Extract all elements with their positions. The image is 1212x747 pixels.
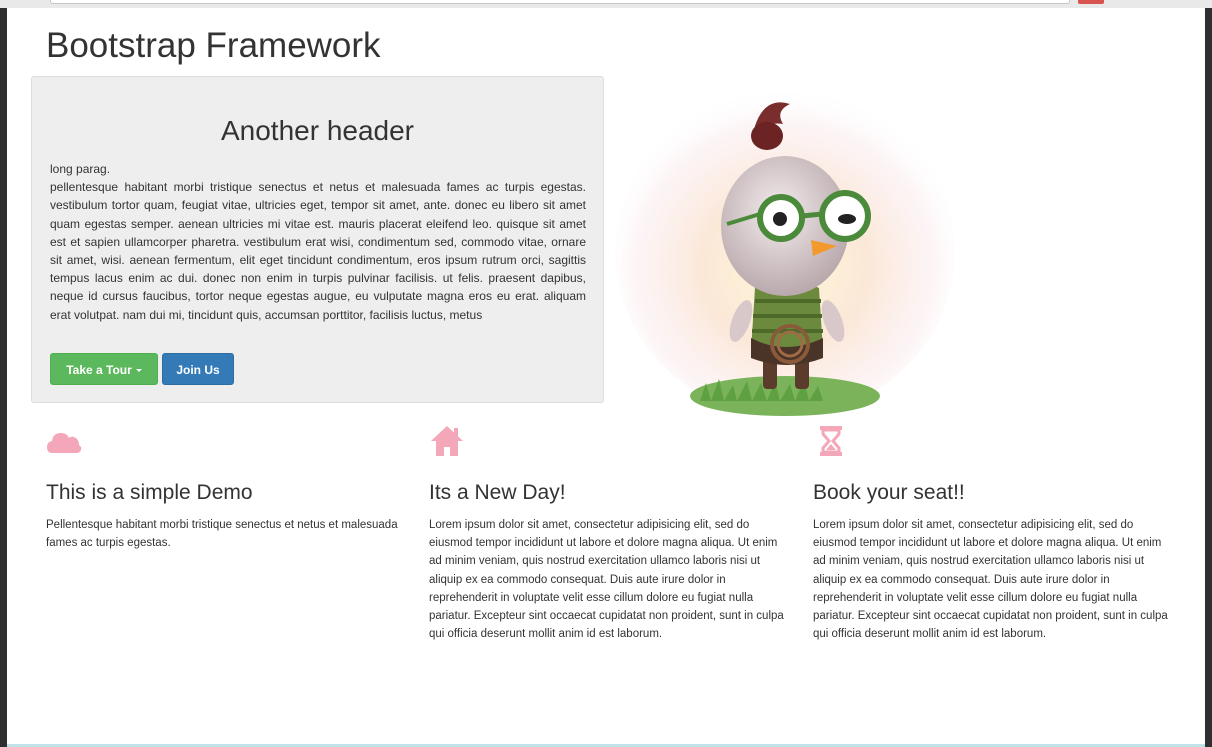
join-us-button[interactable]: Join Us [162,353,234,385]
jumbotron: Another header long parag. pellentesque h… [31,76,604,403]
browser-extension-icon[interactable] [1078,0,1104,4]
caret-down-icon [135,369,142,373]
cloud-icon [47,433,82,453]
browser-toolbar [0,0,1212,8]
feature-text: Pellentesque habitant morbi tristique se… [46,519,398,550]
chicken-mascot-image [615,86,955,416]
jumbotron-intro: long parag. [50,162,111,176]
address-bar[interactable] [50,0,1070,4]
feature-title: This is a simple Demo [46,481,253,504]
jumbotron-heading: Another header [220,115,415,146]
feature-text: Lorem ipsum dolor sit amet, consectetur … [813,519,1168,641]
home-icon [431,426,463,456]
feature-text: Lorem ipsum dolor sit amet, consectetur … [429,519,784,641]
feature-title: Book your seat!! [813,481,965,504]
jumbotron-paragraph: long parag. pellentesque habitant morbi t… [50,160,586,324]
hourglass-icon [820,426,842,456]
join-us-label: Join Us [176,363,220,377]
take-a-tour-button[interactable]: Take a Tour [50,353,158,385]
page-title: Bootstrap Framework [46,26,381,65]
take-a-tour-label: Take a Tour [66,363,132,377]
jumbotron-body: pellentesque habitant morbi tristique se… [50,180,586,322]
page-viewport: Bootstrap Framework Another header long … [7,8,1205,747]
feature-title: Its a New Day! [429,481,566,504]
